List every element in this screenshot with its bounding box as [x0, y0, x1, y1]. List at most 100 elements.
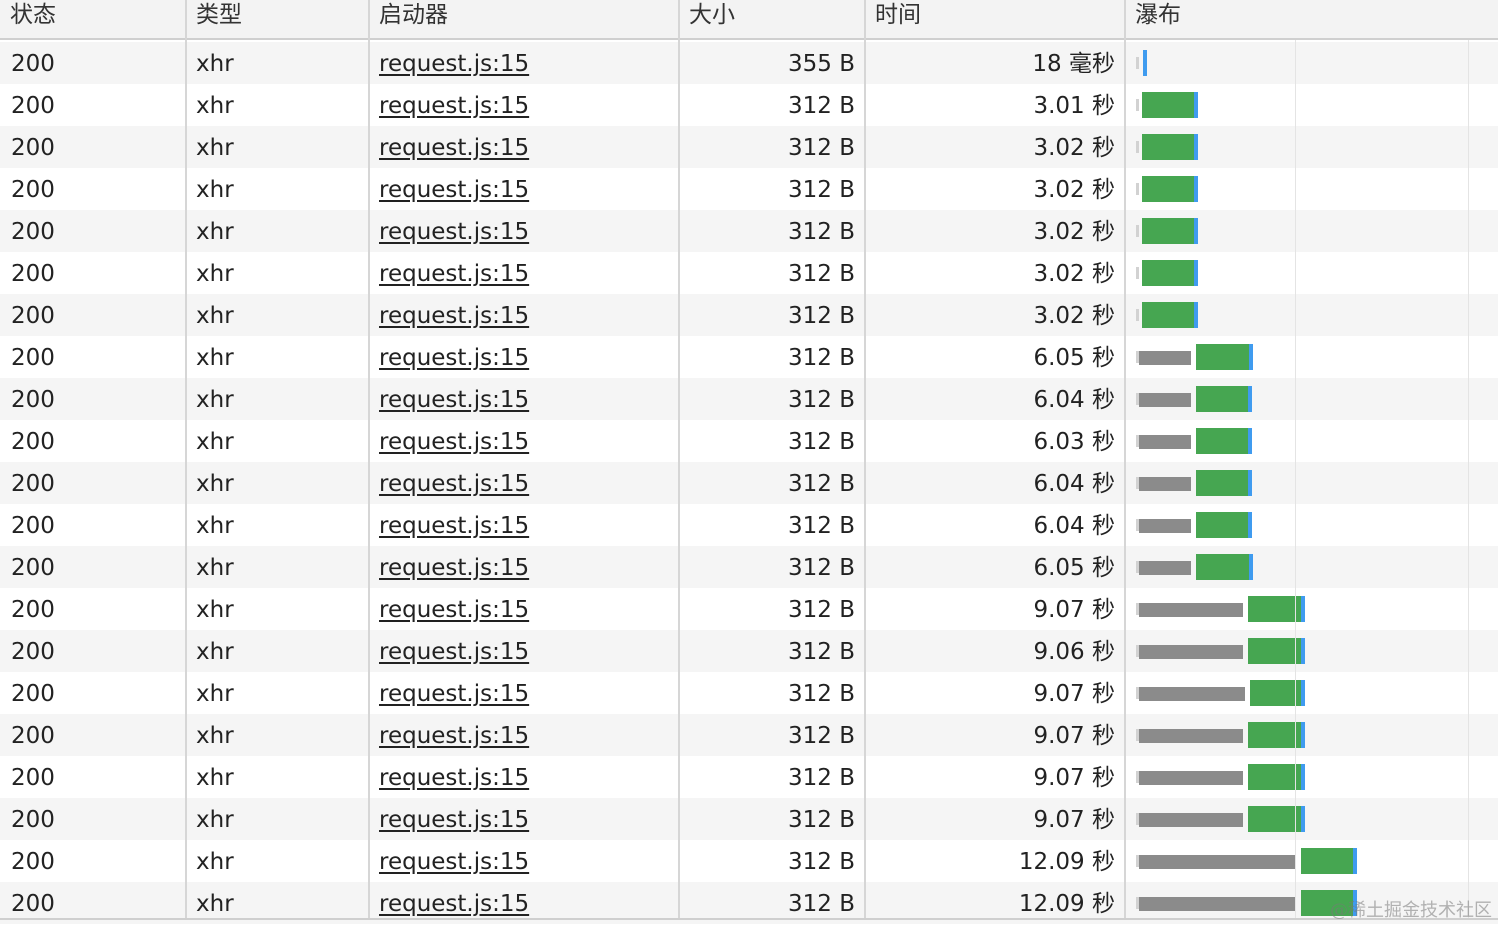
- table-row[interactable]: 200 xhr request.js:15 312 B 9.07 秒: [0, 672, 1498, 714]
- waterfall-waiting-bar: [1139, 771, 1244, 785]
- time-cell: 12.09 秒: [1018, 849, 1115, 875]
- table-row[interactable]: 200 xhr request.js:15 312 B 9.07 秒: [0, 798, 1498, 840]
- initiator-link[interactable]: request.js:15: [379, 261, 529, 287]
- type-cell: xhr: [196, 723, 234, 749]
- waterfall-receiving-bar: [1142, 260, 1195, 286]
- table-row[interactable]: 200 xhr request.js:15 312 B 3.02 秒: [0, 294, 1498, 336]
- initiator-link[interactable]: request.js:15: [379, 555, 529, 581]
- status-cell: 200: [11, 471, 55, 497]
- status-cell: 200: [11, 513, 55, 539]
- initiator-cell: request.js:15: [369, 546, 679, 588]
- column-header-time[interactable]: 时间: [865, 0, 1125, 38]
- column-header-size[interactable]: 大小: [679, 0, 865, 38]
- table-row[interactable]: 200 xhr request.js:15 312 B 6.05 秒: [0, 336, 1498, 378]
- table-row[interactable]: 200 xhr request.js:15 312 B 6.04 秒: [0, 462, 1498, 504]
- initiator-link[interactable]: request.js:15: [379, 135, 529, 161]
- status-cell: 200: [11, 177, 55, 203]
- time-cell: 6.03 秒: [1033, 429, 1115, 455]
- initiator-link[interactable]: request.js:15: [379, 513, 529, 539]
- waterfall-receiving-bar: [1196, 344, 1249, 370]
- initiator-link[interactable]: request.js:15: [379, 807, 529, 833]
- table-row[interactable]: 200 xhr request.js:15 312 B 9.06 秒: [0, 630, 1498, 672]
- status-cell: 200: [11, 93, 55, 119]
- waterfall-waiting-bar: [1139, 813, 1244, 827]
- initiator-link[interactable]: request.js:15: [379, 597, 529, 623]
- table-row[interactable]: 200 xhr request.js:15 312 B 3.02 秒: [0, 168, 1498, 210]
- status-cell: 200: [11, 681, 55, 707]
- type-cell: xhr: [196, 849, 234, 875]
- type-cell: xhr: [196, 93, 234, 119]
- table-row[interactable]: 200 xhr request.js:15 312 B 3.01 秒: [0, 84, 1498, 126]
- initiator-link[interactable]: request.js:15: [379, 849, 529, 875]
- waterfall-end-marker: [1248, 512, 1253, 538]
- initiator-link[interactable]: request.js:15: [379, 93, 529, 119]
- initiator-link[interactable]: request.js:15: [379, 429, 529, 455]
- table-row[interactable]: 200 xhr request.js:15 312 B 3.02 秒: [0, 210, 1498, 252]
- table-row[interactable]: 200 xhr request.js:15 355 B 18 毫秒: [0, 42, 1498, 84]
- initiator-link[interactable]: request.js:15: [379, 51, 529, 77]
- waterfall-queue-tick: [1136, 141, 1139, 153]
- table-row[interactable]: 200 xhr request.js:15 312 B 9.07 秒: [0, 714, 1498, 756]
- table-row[interactable]: 200 xhr request.js:15 312 B 9.07 秒: [0, 588, 1498, 630]
- initiator-link[interactable]: request.js:15: [379, 639, 529, 665]
- status-cell: 200: [11, 639, 55, 665]
- time-cell: 18 毫秒: [1032, 51, 1115, 77]
- waterfall-receiving-bar: [1248, 638, 1301, 664]
- column-header-waterfall[interactable]: 瀑布: [1125, 0, 1498, 38]
- initiator-link[interactable]: request.js:15: [379, 219, 529, 245]
- status-cell: 200: [11, 303, 55, 329]
- time-cell: 6.04 秒: [1033, 513, 1115, 539]
- waterfall-queue-tick: [1136, 309, 1139, 321]
- initiator-link[interactable]: request.js:15: [379, 681, 529, 707]
- waterfall-end-marker: [1353, 848, 1358, 874]
- table-row[interactable]: 200 xhr request.js:15 312 B 6.04 秒: [0, 378, 1498, 420]
- waterfall-cell: [1125, 336, 1498, 378]
- size-cell: 312 B: [788, 261, 855, 287]
- column-header-status[interactable]: 状态: [0, 0, 186, 38]
- type-cell: xhr: [196, 513, 234, 539]
- initiator-link[interactable]: request.js:15: [379, 471, 529, 497]
- waterfall-waiting-bar: [1139, 477, 1192, 491]
- size-cell: 312 B: [788, 639, 855, 665]
- table-row[interactable]: 200 xhr request.js:15 312 B 6.03 秒: [0, 420, 1498, 462]
- waterfall-end-marker: [1194, 176, 1199, 202]
- initiator-link[interactable]: request.js:15: [379, 891, 529, 917]
- column-header-type[interactable]: 类型: [186, 0, 369, 38]
- waterfall-receiving-bar: [1196, 386, 1249, 412]
- waterfall-waiting-bar: [1139, 603, 1244, 617]
- waterfall-end-marker: [1300, 722, 1305, 748]
- waterfall-receiving-bar: [1248, 596, 1301, 622]
- table-row[interactable]: 200 xhr request.js:15 312 B 9.07 秒: [0, 756, 1498, 798]
- table-row[interactable]: 200 xhr request.js:15 312 B 6.04 秒: [0, 504, 1498, 546]
- waterfall-end-marker: [1248, 554, 1253, 580]
- time-cell: 9.07 秒: [1033, 765, 1115, 791]
- column-divider: [864, 0, 866, 918]
- table-row[interactable]: 200 xhr request.js:15 312 B 3.02 秒: [0, 252, 1498, 294]
- table-row[interactable]: 200 xhr request.js:15 312 B 6.05 秒: [0, 546, 1498, 588]
- table-row[interactable]: 200 xhr request.js:15 312 B 12.09 秒: [0, 840, 1498, 882]
- status-cell: 200: [11, 597, 55, 623]
- waterfall-end-marker: [1194, 260, 1199, 286]
- type-cell: xhr: [196, 303, 234, 329]
- waterfall-receiving-bar: [1196, 554, 1249, 580]
- initiator-cell: request.js:15: [369, 756, 679, 798]
- initiator-link[interactable]: request.js:15: [379, 723, 529, 749]
- waterfall-end-marker: [1194, 134, 1199, 160]
- type-cell: xhr: [196, 345, 234, 371]
- type-cell: xhr: [196, 807, 234, 833]
- column-divider: [1124, 0, 1126, 918]
- status-cell: 200: [11, 219, 55, 245]
- initiator-link[interactable]: request.js:15: [379, 765, 529, 791]
- waterfall-waiting-bar: [1139, 897, 1296, 911]
- initiator-link[interactable]: request.js:15: [379, 303, 529, 329]
- column-header-initiator[interactable]: 启动器: [369, 0, 679, 38]
- size-cell: 312 B: [788, 303, 855, 329]
- initiator-link[interactable]: request.js:15: [379, 387, 529, 413]
- initiator-link[interactable]: request.js:15: [379, 177, 529, 203]
- initiator-link[interactable]: request.js:15: [379, 345, 529, 371]
- type-cell: xhr: [196, 51, 234, 77]
- initiator-cell: request.js:15: [369, 168, 679, 210]
- size-cell: 312 B: [788, 765, 855, 791]
- table-row[interactable]: 200 xhr request.js:15 312 B 3.02 秒: [0, 126, 1498, 168]
- waterfall-end-marker: [1300, 764, 1305, 790]
